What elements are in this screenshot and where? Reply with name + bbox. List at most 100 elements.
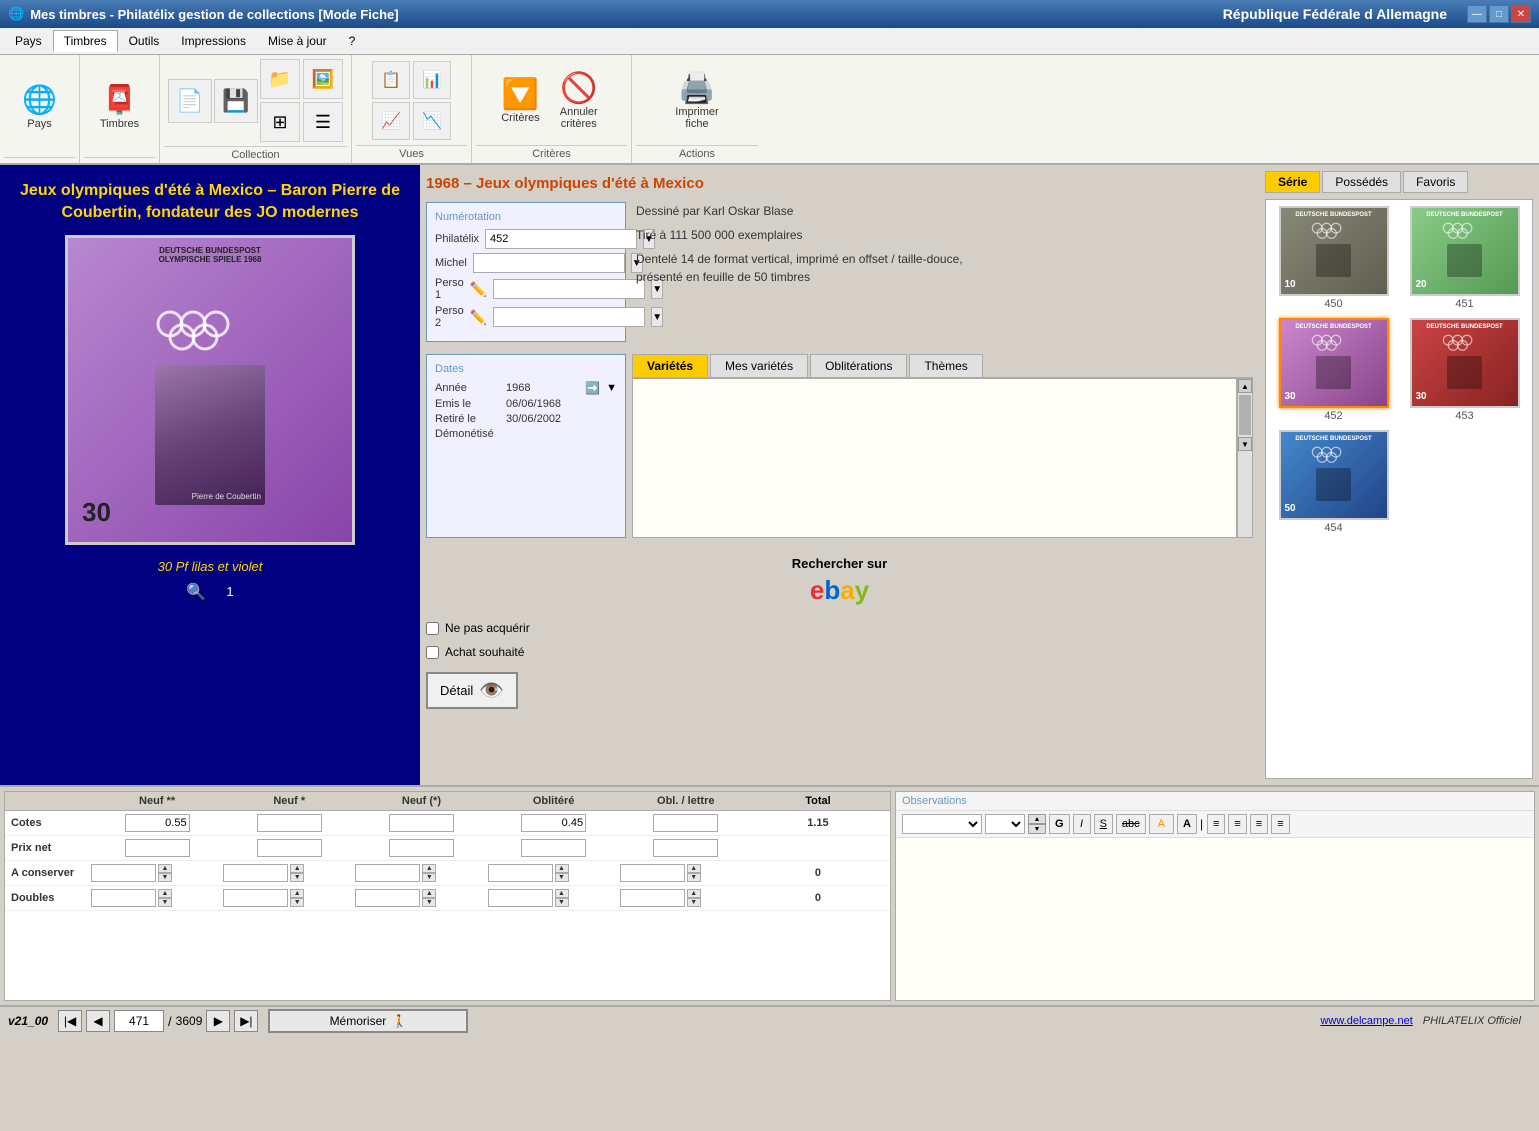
tab-obliterations[interactable]: Oblitérations [810,354,907,377]
prixnet-neuf2-input[interactable] [125,839,190,857]
perso2-input[interactable] [493,307,645,327]
doubles-neuf2-up[interactable]: ▲ [158,889,172,898]
prixnet-obl-lettre-input[interactable] [653,839,718,857]
aconserver-neuf2-input[interactable] [91,864,156,882]
doubles-obl-lettre-input[interactable] [620,889,685,907]
collection-new-button[interactable]: 📄 [168,79,212,123]
doubles-neuf1-down[interactable]: ▼ [290,898,304,907]
thumbnail-453[interactable]: DEUTSCHE BUNDESPOST 30 453 [1403,318,1526,422]
annee-dropdown-icon[interactable]: ▼ [606,382,617,394]
timbres-button[interactable]: 📮 Timbres [90,78,150,135]
perso1-input[interactable] [493,279,645,299]
minimize-button[interactable]: — [1467,5,1487,23]
aconserver-obl-lettre-down[interactable]: ▼ [687,873,701,882]
nav-last-button[interactable]: ▶| [234,1010,258,1032]
menu-impressions[interactable]: Impressions [170,30,257,52]
nav-next-button[interactable]: ▶ [206,1010,230,1032]
pays-button[interactable]: 🌐 Pays [10,78,70,135]
nav-current-input[interactable] [114,1010,164,1032]
criteres-button[interactable]: 🔽 Critères [494,74,547,127]
imprimer-button[interactable]: 🖨️ Imprimer fiche [662,68,732,133]
doubles-oblitere-input[interactable] [488,889,553,907]
scroll-up-icon[interactable]: ▲ [1238,379,1252,393]
scroll-down-icon[interactable]: ▼ [1238,437,1252,451]
tab-varietes[interactable]: Variétés [632,354,708,377]
thumbnail-452[interactable]: DEUTSCHE BUNDESPOST 30 452 [1272,318,1395,422]
checkbox-achat-souhaite[interactable] [426,646,439,659]
obs-color-button[interactable]: A [1149,814,1174,834]
annee-arrow-icon[interactable]: ➡️ [585,381,600,395]
close-button[interactable]: ✕ [1511,5,1531,23]
obs-underline-button[interactable]: S [1094,814,1113,834]
aconserver-neuf1-up[interactable]: ▲ [290,864,304,873]
obs-align-center-button[interactable]: ≡ [1228,814,1246,834]
footer-website[interactable]: www.delcampe.net [1320,1015,1412,1027]
annuler-criteres-button[interactable]: 🚫 Annuler critères [549,68,609,133]
doubles-oblitere-down[interactable]: ▼ [555,898,569,907]
obs-font-select[interactable] [902,814,982,834]
doubles-neuf0-up[interactable]: ▲ [422,889,436,898]
aconserver-obl-lettre-up[interactable]: ▲ [687,864,701,873]
detail-button[interactable]: Détail 👁️ [426,672,518,709]
michel-input[interactable] [473,253,625,273]
aconserver-oblitere-up[interactable]: ▲ [555,864,569,873]
thumbnail-450[interactable]: DEUTSCHE BUNDESPOST 10 450 [1272,206,1395,310]
vues-btn4[interactable]: 📉 [413,102,451,140]
philatelix-input[interactable] [485,229,637,249]
nav-first-button[interactable]: |◀ [58,1010,82,1032]
collection-grid-button[interactable]: ⊞ [260,102,300,142]
perso2-pencil-icon[interactable]: ✏️ [470,309,487,326]
obs-align-justify-button[interactable]: ≡ [1271,814,1289,834]
checkbox-ne-pas-acquerir[interactable] [426,622,439,635]
vues-btn1[interactable]: 📋 [372,61,410,99]
vues-btn2[interactable]: 📊 [413,61,451,99]
doubles-neuf1-up[interactable]: ▲ [290,889,304,898]
doubles-oblitere-up[interactable]: ▲ [555,889,569,898]
aconserver-neuf2-down[interactable]: ▼ [158,873,172,882]
aconserver-neuf0-down[interactable]: ▼ [422,873,436,882]
ebay-logo[interactable]: ebay [810,575,869,606]
zoom-icon[interactable]: 🔍 [186,582,206,602]
tab-themes[interactable]: Thèmes [909,354,982,377]
obs-align-right-button[interactable]: ≡ [1250,814,1268,834]
cotes-neuf2-input[interactable] [125,814,190,832]
obs-italic-button[interactable]: I [1073,814,1091,834]
menu-timbres[interactable]: Timbres [53,30,118,52]
aconserver-oblitere-input[interactable] [488,864,553,882]
obs-size-select[interactable] [985,814,1025,834]
aconserver-neuf0-up[interactable]: ▲ [422,864,436,873]
aconserver-oblitere-down[interactable]: ▼ [555,873,569,882]
series-tab-possedes[interactable]: Possédés [1322,171,1401,193]
obs-size-up[interactable]: ▲ [1028,814,1046,824]
collection-img-button[interactable]: 🖼️ [303,59,343,99]
series-tab-serie[interactable]: Série [1265,171,1320,193]
aconserver-neuf1-input[interactable] [223,864,288,882]
doubles-neuf2-down[interactable]: ▼ [158,898,172,907]
collection-list-button[interactable]: ☰ [303,102,343,142]
cotes-oblitere-input[interactable] [521,814,586,832]
series-tab-favoris[interactable]: Favoris [1403,171,1468,193]
aconserver-neuf1-down[interactable]: ▼ [290,873,304,882]
menu-mise-a-jour[interactable]: Mise à jour [257,30,338,52]
doubles-neuf0-input[interactable] [355,889,420,907]
doubles-obl-lettre-up[interactable]: ▲ [687,889,701,898]
obs-fontcolor-button[interactable]: A [1177,814,1197,834]
tab-mes-varietes[interactable]: Mes variétés [710,354,808,377]
obs-size-down[interactable]: ▼ [1028,824,1046,834]
aconserver-neuf2-up[interactable]: ▲ [158,864,172,873]
aconserver-neuf0-input[interactable] [355,864,420,882]
aconserver-obl-lettre-input[interactable] [620,864,685,882]
tab-scrollbar[interactable]: ▲ ▼ [1237,378,1253,538]
doubles-neuf2-input[interactable] [91,889,156,907]
cotes-obl-lettre-input[interactable] [653,814,718,832]
scroll-thumb[interactable] [1239,395,1251,435]
perso1-pencil-icon[interactable]: ✏️ [470,281,487,298]
menu-outils[interactable]: Outils [118,30,171,52]
doubles-neuf1-input[interactable] [223,889,288,907]
nav-prev-button[interactable]: ◀ [86,1010,110,1032]
maximize-button[interactable]: □ [1489,5,1509,23]
menu-help[interactable]: ? [338,30,367,52]
prixnet-neuf1-input[interactable] [257,839,322,857]
vues-btn3[interactable]: 📈 [372,102,410,140]
cotes-neuf1-input[interactable] [257,814,322,832]
